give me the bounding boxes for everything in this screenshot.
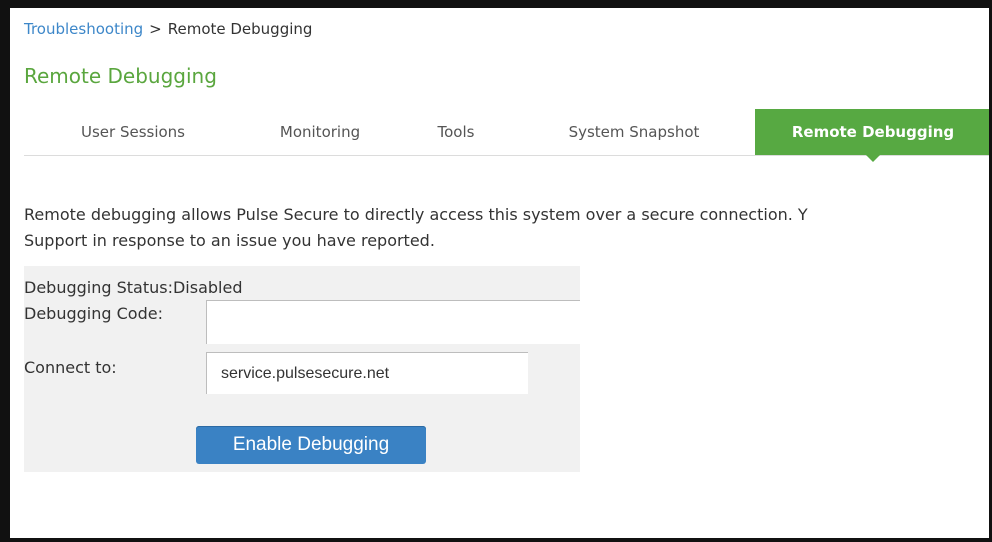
active-tab-caret-icon: [866, 155, 880, 162]
tab-monitoring[interactable]: Monitoring: [242, 109, 398, 155]
description-line-1: Remote debugging allows Pulse Secure to …: [24, 205, 808, 224]
description-text: Remote debugging allows Pulse Secure to …: [24, 202, 989, 254]
breadcrumb: Troubleshooting > Remote Debugging: [24, 20, 312, 38]
enable-debugging-button[interactable]: Enable Debugging: [196, 426, 426, 464]
page-title: Remote Debugging: [24, 64, 217, 88]
tab-remote-debugging-label: Remote Debugging: [791, 123, 955, 141]
page-content: Troubleshooting > Remote Debugging Remote …: [10, 8, 989, 538]
tab-remote-debugging[interactable]: Remote Debugging: [755, 109, 989, 162]
debugging-status-label: Debugging Status:: [24, 278, 173, 297]
breadcrumb-separator: >: [149, 20, 162, 38]
description-line-2: Support in response to an issue you have…: [24, 231, 435, 250]
debugging-form-panel: Debugging Status:Disabled Debugging Code…: [24, 266, 580, 472]
connect-to-input[interactable]: [206, 352, 528, 394]
debugging-status-value: Disabled: [172, 278, 243, 297]
breadcrumb-current: Remote Debugging: [167, 20, 313, 38]
tab-tools[interactable]: Tools: [398, 109, 514, 155]
tab-system-snapshot[interactable]: System Snapshot: [514, 109, 754, 155]
debugging-status-row: Debugging Status:Disabled: [24, 278, 243, 297]
tab-user-sessions[interactable]: User Sessions: [24, 109, 242, 155]
tab-bar: User Sessions Monitoring Tools System Sn…: [24, 109, 989, 162]
window-frame: Troubleshooting > Remote Debugging Remote …: [0, 0, 992, 542]
debugging-code-input[interactable]: [206, 300, 580, 344]
debugging-code-label: Debugging Code:: [24, 304, 163, 323]
breadcrumb-link-troubleshooting[interactable]: Troubleshooting: [24, 20, 143, 38]
connect-to-label: Connect to:: [24, 358, 117, 377]
